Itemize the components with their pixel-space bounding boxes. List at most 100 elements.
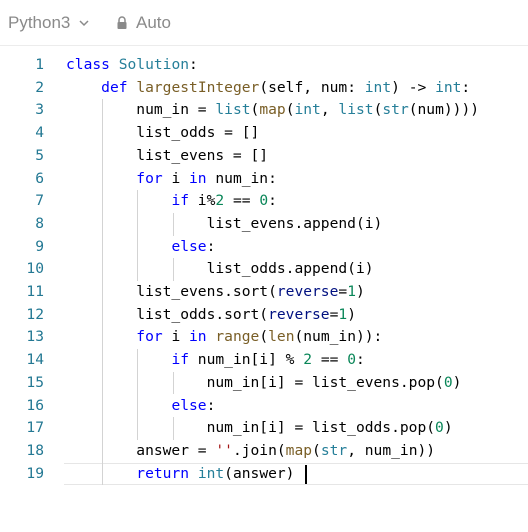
- code-token: range: [215, 328, 260, 346]
- indent-guide: [172, 417, 174, 440]
- line-number: 1: [35, 56, 44, 73]
- code-token: list: [338, 101, 374, 119]
- code-line[interactable]: 4 list_odds = []: [0, 122, 528, 145]
- code-token: (num_in)):: [294, 328, 383, 346]
- code-token: list_odds.sort(: [66, 305, 269, 323]
- code-text: answer = ''.join(map(str, num_in)): [66, 440, 435, 463]
- indent-guide: [137, 190, 139, 281]
- code-text: def largestInteger(self, num: int) -> in…: [66, 77, 470, 100]
- code-token: num_in =: [66, 101, 216, 119]
- code-line[interactable]: 19 return int(answer): [0, 462, 528, 486]
- code-token: largestInteger: [136, 78, 260, 96]
- code-token: ,: [320, 101, 339, 119]
- code-line[interactable]: 1 class Solution:: [0, 54, 528, 77]
- code-token: else: [171, 396, 207, 414]
- code-token: (num)))): [408, 101, 480, 119]
- code-text: else:: [66, 236, 215, 259]
- indent-guide: [172, 212, 174, 236]
- code-token: str: [382, 101, 409, 119]
- code-line[interactable]: 14 if num_in[i] % 2 == 0:: [0, 349, 528, 372]
- code-line[interactable]: 7 if i%2 == 0:: [0, 190, 528, 213]
- auto-mode-indicator[interactable]: Auto: [116, 13, 171, 33]
- language-selector[interactable]: Python3: [8, 13, 90, 33]
- code-token: :: [356, 351, 365, 369]
- code-token: i%: [189, 192, 216, 210]
- code-token: num_in[i] = list_evens.pop(: [66, 373, 444, 391]
- code-text: list_odds.append(i): [66, 258, 374, 281]
- code-text: for i in range(len(num_in)):: [66, 326, 382, 349]
- line-number: 15: [26, 373, 44, 391]
- code-token: '': [215, 441, 233, 459]
- code-token: str: [320, 441, 348, 459]
- code-text: list_evens.sort(reverse=1): [66, 281, 365, 304]
- code-token: 1: [347, 283, 356, 300]
- code-token: =: [338, 283, 348, 300]
- code-text: num_in = list(map(int, list(str(num)))): [66, 99, 479, 122]
- code-line[interactable]: 8 list_evens.append(i): [0, 213, 528, 236]
- line-number: 19: [26, 464, 44, 482]
- code-line[interactable]: 2 def largestInteger(self, num: int) -> …: [0, 77, 528, 100]
- line-number: 12: [26, 305, 44, 323]
- code-line[interactable]: 16 else:: [0, 395, 528, 418]
- line-number: 9: [35, 237, 44, 255]
- code-line[interactable]: 10 list_odds.append(i): [0, 258, 528, 281]
- line-number: 17: [26, 419, 44, 437]
- line-number: 18: [26, 441, 44, 459]
- line-number: 6: [35, 169, 44, 187]
- code-text: list_evens = []: [66, 145, 268, 168]
- code-token: 2: [303, 351, 313, 369]
- code-token: if: [171, 192, 190, 210]
- code-token: map: [259, 101, 286, 119]
- indent-guide: [172, 258, 174, 281]
- code-token: ): [452, 373, 462, 391]
- code-line[interactable]: 3 num_in = list(map(int, list(str(num)))…: [0, 99, 528, 122]
- code-token: list_odds.append(i): [66, 260, 374, 278]
- code-line[interactable]: 13 for i in range(len(num_in)):: [0, 326, 528, 349]
- code-line[interactable]: 5 list_evens = []: [0, 145, 528, 168]
- code-token: for: [136, 328, 163, 346]
- code-token: ): [355, 283, 365, 300]
- line-number: 11: [26, 283, 44, 300]
- code-line[interactable]: 11 list_evens.sort(reverse=1): [0, 281, 528, 304]
- code-line[interactable]: 17 num_in[i] = list_odds.pop(0): [0, 417, 528, 440]
- code-token: (: [250, 101, 260, 119]
- line-number: 5: [35, 146, 44, 164]
- code-token: (: [259, 328, 269, 346]
- indent-guide: [137, 349, 139, 440]
- code-token: 2: [215, 192, 225, 210]
- line-number: 16: [26, 396, 44, 414]
- code-line[interactable]: 6 for i in num_in:: [0, 168, 528, 191]
- line-number: 2: [35, 78, 44, 96]
- code-token: num_in:: [206, 169, 277, 187]
- code-token: else: [171, 237, 207, 255]
- code-token: int: [294, 101, 321, 119]
- code-token: 0: [443, 373, 453, 391]
- code-text: for i in num_in:: [66, 168, 277, 191]
- code-editor[interactable]: 1 class Solution: 2 def largestInteger(sel…: [0, 52, 528, 492]
- code-token: len: [268, 328, 295, 346]
- code-token: return: [136, 464, 190, 482]
- code-token: in: [189, 328, 207, 346]
- code-line[interactable]: 18 answer = ''.join(map(str, num_in)): [0, 440, 528, 463]
- code-line[interactable]: 15 num_in[i] = list_evens.pop(0): [0, 372, 528, 395]
- code-token: 0: [347, 351, 356, 369]
- code-line[interactable]: 12 list_odds.sort(reverse=1): [0, 304, 528, 327]
- chevron-down-icon: [79, 20, 89, 27]
- code-token: 1: [338, 305, 348, 323]
- code-token: reverse: [268, 305, 330, 323]
- line-number: 4: [35, 124, 44, 142]
- code-token: if: [171, 351, 190, 369]
- mode-label: Auto: [136, 13, 171, 32]
- code-token: ==: [224, 192, 260, 210]
- code-token: ) ->: [391, 78, 436, 96]
- indent-guide: [102, 99, 104, 486]
- language-label: Python3: [8, 13, 71, 32]
- code-line[interactable]: 9 else:: [0, 236, 528, 259]
